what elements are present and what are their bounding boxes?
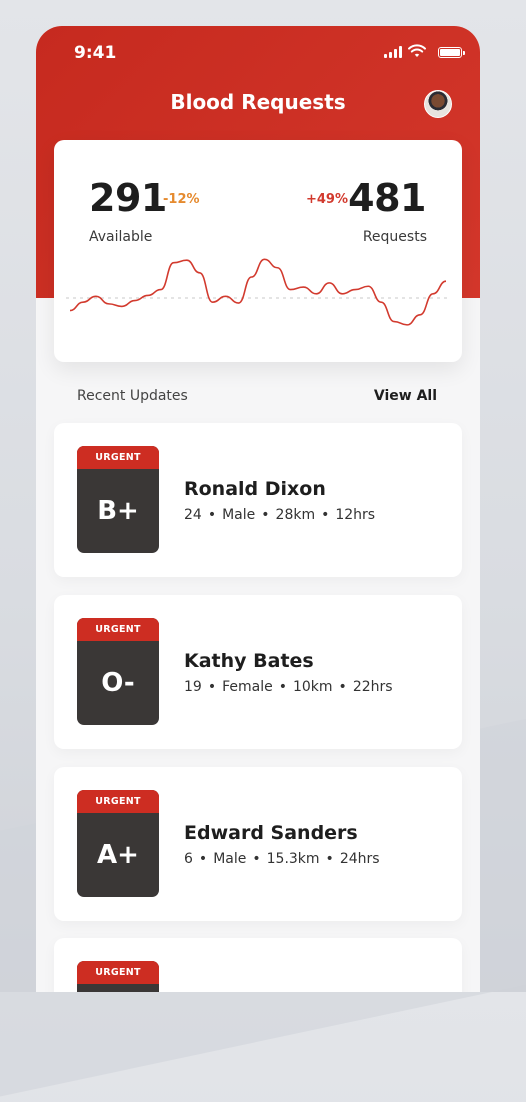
available-label: Available: [89, 229, 153, 245]
request-time: 22hrs: [352, 679, 393, 695]
urgent-label: URGENT: [77, 618, 159, 641]
requests-change: +49%: [305, 192, 348, 207]
blood-type-tag: URGENT B+: [77, 446, 159, 553]
request-details: 19 • Female • 10km • 22hrs: [184, 679, 393, 695]
page-title: Blood Requests: [170, 90, 346, 114]
request-distance: 28km: [275, 507, 316, 523]
blood-type: A+: [97, 840, 139, 870]
blood-type-tag: URGENT O-: [77, 618, 159, 725]
urgent-label: URGENT: [77, 961, 159, 984]
request-card[interactable]: URGENT: [54, 938, 462, 992]
requester-age: 19: [184, 679, 202, 695]
request-distance: 10km: [292, 679, 333, 695]
blood-type-tag: URGENT: [77, 961, 159, 992]
chart-series-line: [69, 258, 447, 326]
requester-name: Ronald Dixon: [184, 478, 326, 500]
request-distance: 15.3km: [266, 851, 320, 867]
blood-type: B+: [97, 496, 139, 526]
requests-label: Requests: [362, 229, 427, 245]
request-details: 24 • Male • 28km • 12hrs: [184, 507, 376, 523]
request-details: 6 • Male • 15.3km • 24hrs: [184, 851, 380, 867]
status-time: 9:41: [74, 43, 117, 63]
status-bar: 9:41: [36, 26, 480, 78]
requester-gender: Female: [222, 679, 273, 695]
requester-gender: Male: [222, 507, 256, 523]
available-count: 291: [89, 176, 167, 220]
recent-updates-title: Recent Updates: [77, 388, 188, 404]
wifi-icon: [408, 44, 426, 57]
phone-screen: 9:41 Blood Requests 291 -12% Available +…: [36, 26, 480, 992]
requester-age: 24: [184, 507, 202, 523]
requester-name: Kathy Bates: [184, 650, 314, 672]
request-card[interactable]: URGENT O- Kathy Bates 19 • Female • 10km • 22h…: [54, 595, 462, 749]
trend-chart: [66, 258, 450, 326]
blood-type: O-: [101, 668, 135, 698]
user-avatar[interactable]: [424, 90, 452, 118]
view-all-link[interactable]: View All: [374, 388, 437, 404]
request-time: 24hrs: [339, 851, 380, 867]
requester-name: Edward Sanders: [184, 822, 358, 844]
request-card[interactable]: URGENT B+ Ronald Dixon 24 • Male • 28km • 12hr…: [54, 423, 462, 577]
urgent-label: URGENT: [77, 790, 159, 813]
battery-icon: [438, 47, 465, 58]
cellular-signal-icon: [384, 46, 402, 58]
request-card[interactable]: URGENT A+ Edward Sanders 6 • Male • 15.3km • 2…: [54, 767, 462, 921]
available-change: -12%: [163, 192, 200, 207]
stats-card: 291 -12% Available +49% 481 Requests: [54, 140, 462, 362]
blood-type-tag: URGENT A+: [77, 790, 159, 897]
requester-age: 6: [184, 851, 193, 867]
requests-count: 481: [348, 176, 426, 220]
urgent-label: URGENT: [77, 446, 159, 469]
requester-gender: Male: [213, 851, 247, 867]
request-time: 12hrs: [335, 507, 376, 523]
